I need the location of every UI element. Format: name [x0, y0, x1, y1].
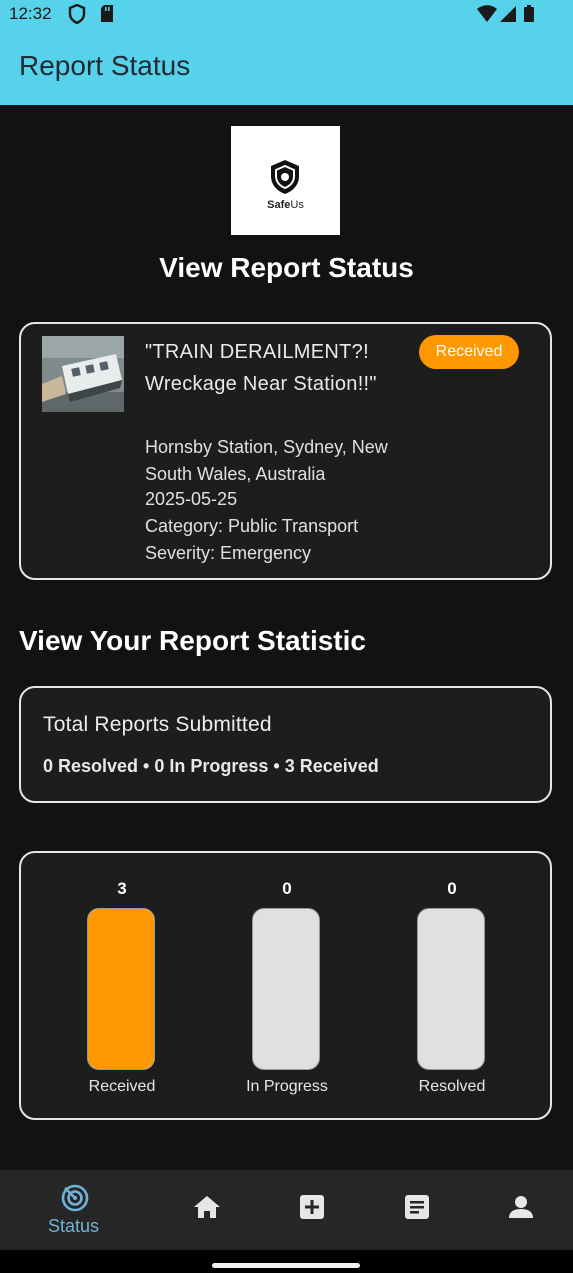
bar-category-label: Received: [88, 1078, 156, 1095]
person-icon: [509, 1196, 533, 1218]
nav-profile[interactable]: [494, 1170, 550, 1250]
bottom-navigation: Status: [0, 1170, 573, 1250]
report-date: 2025-05-25: [145, 489, 238, 509]
article-icon: [405, 1195, 429, 1219]
bar-track: [252, 908, 320, 1070]
bar-category-label: Resolved: [418, 1078, 486, 1095]
sd-card-icon: [101, 5, 113, 22]
bar-value-label: 3: [117, 879, 127, 898]
report-title: "TRAIN DERAILMENT?! Wreckage Near Statio…: [145, 341, 377, 395]
status-time: 12:32: [9, 4, 52, 23]
total-reports-summary: 0 Resolved • 0 In Progress • 3 Received: [43, 756, 379, 776]
shield-icon: [68, 4, 86, 24]
home-icon: [194, 1196, 220, 1218]
bar-track: [87, 908, 155, 1070]
bar-category-label: In Progress: [246, 1078, 328, 1095]
wifi-icon: [477, 5, 497, 22]
app-bar: Report Status: [0, 28, 573, 105]
bar-track: [417, 908, 485, 1070]
shield-logo-icon: [271, 160, 299, 194]
report-thumbnail: [42, 336, 124, 412]
total-reports-title: Total Reports Submitted: [43, 713, 272, 736]
app-bar-title: Report Status: [19, 50, 191, 81]
report-card[interactable]: "TRAIN DERAILMENT?! Wreckage Near Statio…: [19, 322, 552, 580]
add-box-icon: [300, 1195, 324, 1219]
report-severity: Severity: Emergency: [145, 543, 312, 563]
bar-value-label: 0: [447, 879, 457, 898]
page-heading: View Report Status: [159, 252, 414, 283]
status-bar: 12:32: [0, 0, 573, 28]
total-reports-card: Total Reports Submitted 0 Resolved • 0 I…: [19, 686, 552, 803]
report-location: Hornsby Station, Sydney, New South Wales…: [145, 437, 388, 484]
bar-value-label: 0: [282, 879, 292, 898]
nav-reports[interactable]: [390, 1170, 446, 1250]
report-category: Category: Public Transport: [145, 516, 359, 536]
radar-icon: [61, 1184, 89, 1212]
statistic-heading: View Your Report Statistic: [19, 625, 366, 656]
logo-wordmark: SafeUs: [267, 199, 304, 211]
safeus-logo: SafeUs: [231, 126, 340, 235]
home-gesture-handle[interactable]: [212, 1263, 360, 1268]
battery-icon: [524, 5, 534, 22]
status-bar-chart: 3 Received 0 In Progress 0 Resolved: [19, 851, 552, 1120]
signal-icon: [500, 6, 516, 22]
nav-status-label: Status: [48, 1216, 100, 1236]
nav-home[interactable]: [180, 1170, 236, 1250]
system-navigation-bar: [0, 1250, 573, 1273]
status-badge: Received: [419, 335, 519, 369]
nav-status[interactable]: Status: [30, 1170, 122, 1250]
nav-add-report[interactable]: [285, 1170, 341, 1250]
bar: [88, 909, 154, 1069]
